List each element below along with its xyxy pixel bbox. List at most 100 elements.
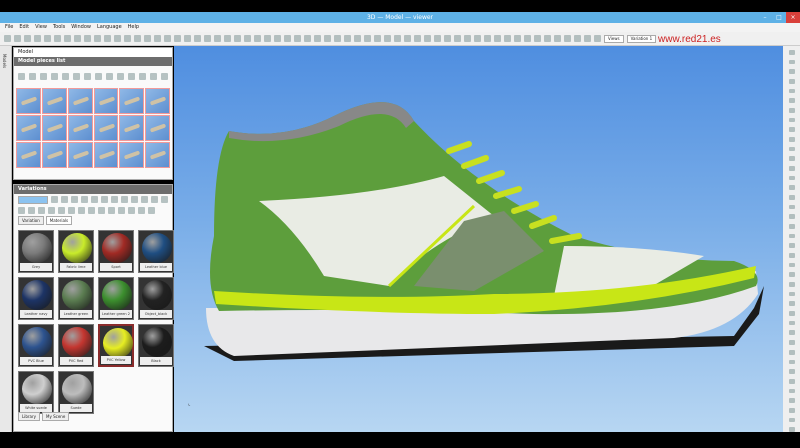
piece-thumbnail[interactable] [93,88,119,114]
right-tool-icon[interactable] [788,166,795,171]
piece-thumbnail[interactable] [16,115,41,141]
material-swatch[interactable]: Object_black [138,277,174,320]
menu-view[interactable]: View [35,23,47,32]
right-tool-icon[interactable] [788,340,795,345]
piece-thumbnail[interactable] [16,142,41,168]
toolbar-icon[interactable] [254,35,261,42]
piece-thumbnail[interactable] [67,142,93,168]
piece-tool-icon[interactable] [51,72,58,80]
right-tool-icon[interactable] [788,253,795,258]
variation-tool-icon[interactable] [78,207,85,214]
right-tool-icon[interactable] [788,185,795,191]
piece-tool-icon[interactable] [128,72,135,80]
toolbar-icon[interactable] [554,35,561,42]
variation-tool-icon[interactable] [18,207,25,214]
toolbar-icon[interactable] [104,35,111,42]
material-swatch[interactable]: Leather blue [138,230,174,273]
maximize-button[interactable]: □ [772,12,786,23]
menu-file[interactable]: File [5,23,13,32]
right-tool-icon[interactable] [788,262,795,268]
piece-tool-icon[interactable] [106,72,113,80]
right-tool-icon[interactable] [788,117,795,123]
toolbar-icon[interactable] [144,35,151,42]
tab-library[interactable]: Library [18,412,40,421]
variation-tool-icon[interactable] [128,207,135,214]
material-swatch[interactable]: Leather navy [18,277,54,320]
toolbar-icon[interactable] [594,35,601,42]
piece-tool-icon[interactable] [73,72,80,80]
piece-thumbnail[interactable] [93,115,119,141]
variation-tool-icon[interactable] [141,196,148,203]
variation-tool-icon[interactable] [68,207,75,214]
piece-tool-icon[interactable] [18,72,25,80]
menu-tools[interactable]: Tools [53,23,65,32]
right-tool-icon[interactable] [788,156,795,162]
toolbar-icon[interactable] [434,35,441,42]
right-tool-icon[interactable] [788,137,795,142]
views-button[interactable]: Views [604,34,624,43]
toolbar-icon[interactable] [534,35,541,42]
toolbar-icon[interactable] [324,35,331,42]
variation-tool-icon[interactable] [121,196,128,203]
piece-thumbnail[interactable] [41,142,67,168]
piece-thumbnail[interactable] [119,88,145,114]
tab-variation[interactable]: Variation [18,216,44,225]
right-tool-icon[interactable] [788,282,795,287]
piece-thumbnail[interactable] [93,142,119,168]
right-tool-icon[interactable] [788,204,795,210]
variation-tool-icon[interactable] [118,207,125,214]
variation-tool-icon[interactable] [61,196,68,203]
right-tool-icon[interactable] [788,195,795,200]
toolbar-icon[interactable] [164,35,171,42]
material-swatch[interactable]: Sport [98,230,134,273]
piece-thumbnail[interactable] [145,88,170,114]
menu-help[interactable]: Help [128,23,139,32]
toolbar-icon[interactable] [244,35,251,42]
piece-tool-icon[interactable] [40,72,47,80]
toolbar-icon[interactable] [454,35,461,42]
material-swatch[interactable]: PVC Red [58,324,94,367]
right-tool-icon[interactable] [788,243,795,249]
toolbar-icon[interactable] [384,35,391,42]
toolbar-icon[interactable] [444,35,451,42]
toolbar-icon[interactable] [424,35,431,42]
piece-thumbnail[interactable] [145,142,170,168]
piece-tool-icon[interactable] [62,72,69,80]
material-swatch[interactable]: Leather green [58,277,94,320]
toolbar-icon[interactable] [344,35,351,42]
toolbar-icon[interactable] [394,35,401,42]
toolbar-icon[interactable] [524,35,531,42]
right-tool-icon[interactable] [788,301,795,307]
toolbar-icon[interactable] [504,35,511,42]
variation-tool-icon[interactable] [148,207,155,214]
toolbar-icon[interactable] [514,35,521,42]
piece-thumbnail[interactable] [145,115,170,141]
toolbar-icon[interactable] [234,35,241,42]
tab-my-scene[interactable]: My Scene [42,412,70,421]
variation-tool-icon[interactable] [28,207,35,214]
minimize-button[interactable]: – [758,12,772,23]
toolbar-icon[interactable] [74,35,81,42]
variation-tool-icon[interactable] [138,207,145,214]
toolbar-icon[interactable] [274,35,281,42]
toolbar-icon[interactable] [64,35,71,42]
right-tool-icon[interactable] [788,233,795,239]
material-swatch[interactable]: Fabric lime [58,230,94,273]
models-tab[interactable]: Models [2,54,7,68]
material-swatch[interactable]: White suede [18,371,54,414]
piece-thumbnail[interactable] [67,88,93,114]
toolbar-icon[interactable] [264,35,271,42]
right-tool-icon[interactable] [788,398,795,403]
material-swatch[interactable]: Leather green 2 [98,277,134,320]
piece-thumbnail[interactable] [119,115,145,141]
variation-tool-icon[interactable] [161,196,168,203]
right-tool-icon[interactable] [788,50,795,55]
close-button[interactable]: × [786,12,800,23]
right-tool-icon[interactable] [788,349,795,355]
right-tool-icon[interactable] [788,127,795,133]
variation-tool-icon[interactable] [111,196,118,203]
right-tool-icon[interactable] [788,98,795,104]
piece-tool-icon[interactable] [139,72,146,80]
toolbar-icon[interactable] [84,35,91,42]
right-tool-icon[interactable] [788,272,795,278]
